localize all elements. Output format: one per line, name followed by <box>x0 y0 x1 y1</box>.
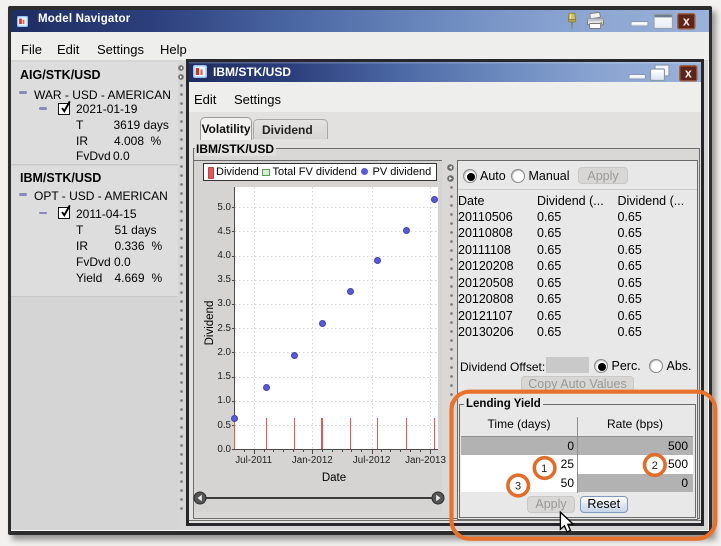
svg-text:x: x <box>683 15 690 29</box>
svg-text:x: x <box>685 67 692 81</box>
